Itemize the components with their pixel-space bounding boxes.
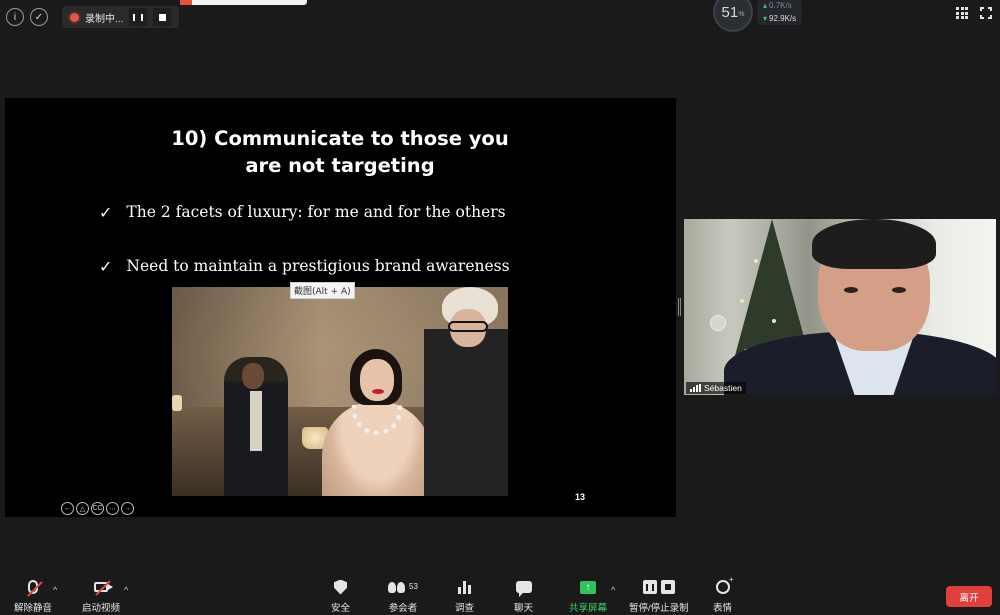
start-video-button[interactable]: 启动视频 [82,578,120,614]
leave-meeting-button[interactable]: 离开 [946,586,992,607]
slide-title-line-1: 10) Communicate to those you [171,127,509,150]
poll-button[interactable]: 调查 [455,578,474,614]
stop-recording-button[interactable] [153,8,172,26]
shield-check-icon[interactable]: ✓ [30,8,48,26]
pause-stop-recording-label: 暂停/停止录制 [629,603,689,614]
share-screen-button[interactable]: ↑ 共享屏幕 [569,578,607,614]
participants-icon: 53 [388,581,418,593]
slide-controls: ← △ CC ⋯ → [61,502,134,515]
next-slide-icon[interactable]: → [121,502,134,515]
pause-stop-recording-button[interactable]: 暂停/停止录制 [629,578,689,614]
top-right-controls [956,6,992,19]
participants-button[interactable]: 53 参会者 [388,578,418,614]
recording-indicator: 录制中... [62,6,180,28]
slide-page-number: 13 [575,492,586,502]
video-options-caret[interactable]: ^ [124,585,128,595]
network-monitor: 51 % ▴ 0.7K/s ▾ 92.9K/s [713,0,803,32]
checkmark-icon: ✓ [99,203,113,222]
participant-name: Sébastien [704,383,742,393]
top-left-controls: i ✓ 录制中... [6,6,180,28]
recording-label: 录制中... [85,13,124,25]
upload-speed: 0.7K/s [769,1,792,10]
gallery-view-icon[interactable] [956,7,968,19]
meeting-toolbar: 解除静音 ^ 启动视频 ^ 安全 53 参会者 调查 聊天 ↑ 共享屏幕 ^ 暂… [0,573,1000,615]
slide-photo [172,287,508,496]
reactions-button[interactable]: 表情 [713,575,733,614]
fullscreen-icon[interactable] [980,7,992,19]
shared-screen-slide: 10) Communicate to those you are not tar… [5,98,676,517]
info-icon[interactable]: i [6,8,24,26]
download-arrow-icon: ▾ [763,14,768,23]
bullet-text: The 2 facets of luxury: for me and for t… [126,203,506,221]
bullet-text: Need to maintain a prestigious brand awa… [126,257,510,275]
slide-title-line-2: are not targeting [245,154,435,177]
recording-dot-icon [70,12,79,22]
microphone-muted-icon [27,580,43,597]
pen-icon[interactable]: △ [76,502,89,515]
chat-label: 聊天 [514,603,534,614]
captions-icon[interactable]: CC [91,502,104,515]
more-icon[interactable]: ⋯ [106,502,119,515]
video-off-icon [94,580,113,596]
slide-bullet: ✓ Need to maintain a prestigious brand a… [99,257,510,276]
stop-icon [660,580,675,594]
start-video-label: 启动视频 [82,603,121,614]
pause-recording-button[interactable] [129,8,148,26]
signal-strength-icon [690,384,701,392]
upload-arrow-icon: ▴ [763,1,768,10]
split-resize-handle[interactable] [678,298,681,316]
screenshot-tooltip: 截图(Alt + A) [290,282,355,299]
reactions-emoji-icon [715,575,733,594]
top-notification-strip [180,0,307,5]
pause-icon [642,580,657,594]
slide-title: 10) Communicate to those you are not tar… [5,125,675,179]
security-label: 安全 [331,603,351,614]
share-screen-label: 共享屏幕 [569,603,608,614]
chat-bubble-icon [515,581,532,597]
checkmark-icon: ✓ [99,257,113,276]
cpu-gauge: 51 % [713,0,753,32]
security-shield-icon [334,579,347,595]
reactions-label: 表情 [713,603,733,614]
participants-label: 参会者 [388,603,418,614]
unmute-label: 解除静音 [14,603,53,614]
gauge-percent: 51 [721,3,739,21]
network-speeds: ▴ 0.7K/s ▾ 92.9K/s [757,0,803,25]
participant-name-tag: Sébastien [686,382,746,394]
share-screen-icon: ↑ [580,580,596,594]
poll-chart-icon [458,580,471,594]
participant-video[interactable] [684,219,996,395]
gauge-unit: % [738,10,745,18]
share-options-caret[interactable]: ^ [611,585,615,595]
audio-options-caret[interactable]: ^ [53,585,57,595]
participants-count: 53 [409,581,418,591]
download-speed: 92.9K/s [769,14,797,23]
unmute-button[interactable]: 解除静音 [14,578,52,614]
chat-button[interactable]: 聊天 [514,578,533,614]
slide-bullet: ✓ The 2 facets of luxury: for me and for… [99,203,506,222]
poll-label: 调查 [455,603,475,614]
security-button[interactable]: 安全 [331,578,350,614]
prev-slide-icon[interactable]: ← [61,502,74,515]
